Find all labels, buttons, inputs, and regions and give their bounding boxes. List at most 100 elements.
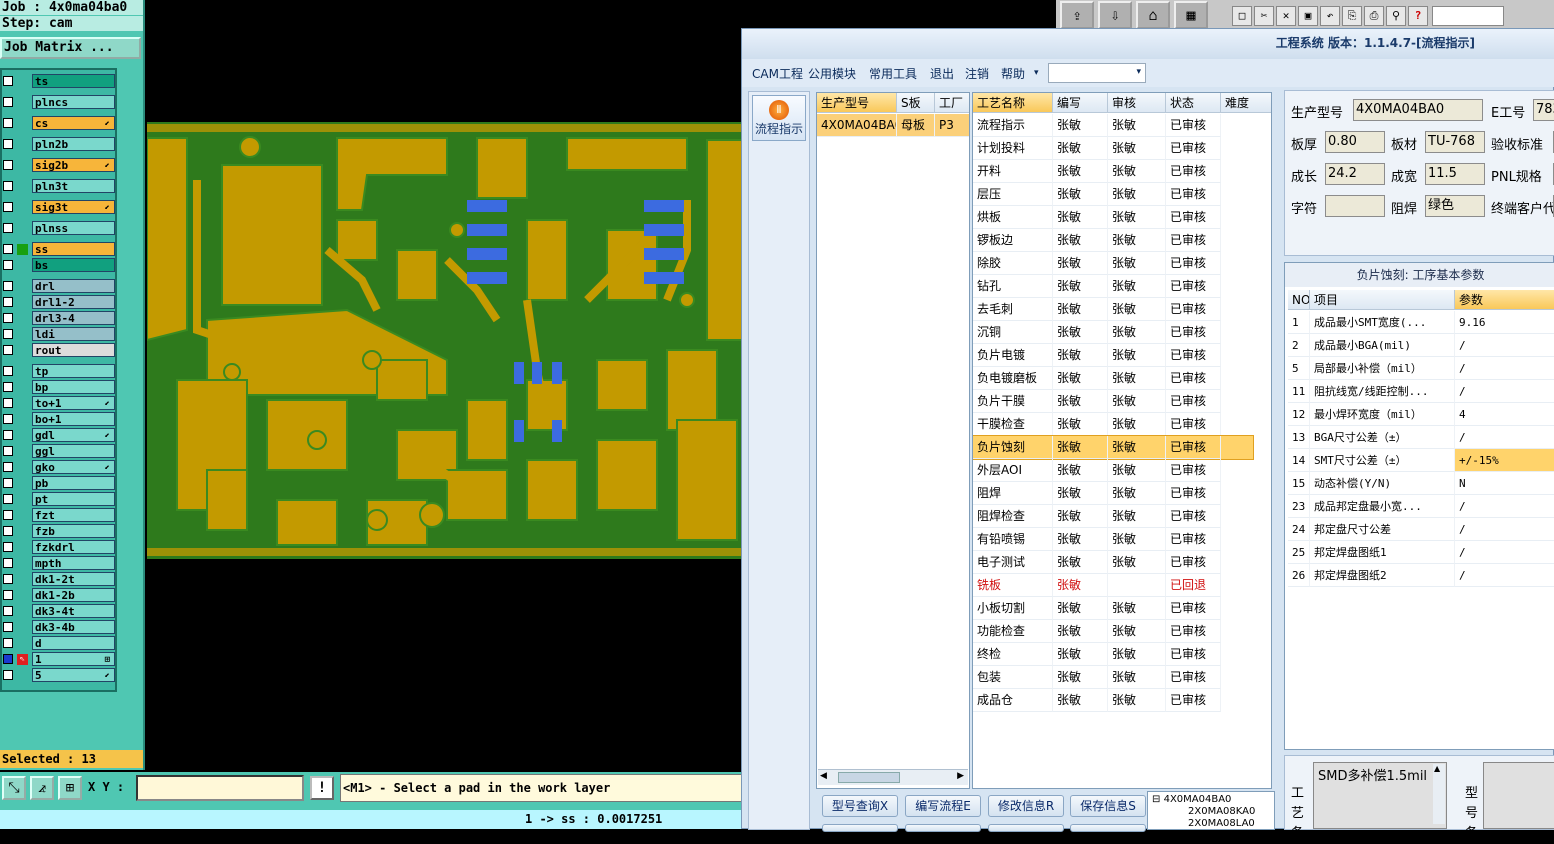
layer-row[interactable]: ss — [2, 242, 117, 256]
pcb-view[interactable] — [146, 0, 744, 770]
info-field[interactable]: 4X0MA04BA0 — [1353, 99, 1483, 121]
process-row[interactable]: 外层AOI 张敏 张敏 已审核 — [973, 459, 1253, 482]
param-cell[interactable]: / — [1455, 564, 1554, 587]
layer-name[interactable]: fzt — [32, 508, 115, 522]
layer-row[interactable]: dk1-2t — [2, 572, 117, 586]
process-row[interactable]: 钻孔 张敏 张敏 已审核 — [973, 275, 1253, 298]
collapse-icon[interactable]: ⊟ — [1152, 794, 1160, 805]
layer-row[interactable]: fzb — [2, 524, 117, 538]
layer-name[interactable]: mpth — [32, 556, 115, 570]
process-col-header[interactable]: 状态 — [1166, 93, 1221, 113]
layer-checkbox[interactable] — [3, 281, 13, 291]
layer-row[interactable]: to+1 ⬋ — [2, 396, 117, 410]
layer-row[interactable]: sig2b ⬋ — [2, 158, 117, 172]
info-field[interactable]: 绿色 — [1425, 195, 1485, 217]
layer-checkbox[interactable] — [3, 118, 13, 128]
layer-checkbox[interactable] — [3, 329, 13, 339]
help-icon[interactable]: ? — [1408, 6, 1428, 26]
param-cell[interactable]: / — [1455, 495, 1554, 518]
layer-checkbox[interactable] — [3, 542, 13, 552]
param-cell[interactable]: / — [1455, 357, 1554, 380]
layer-name[interactable]: ss — [32, 242, 115, 256]
layer-name[interactable]: drl1-2 — [32, 295, 115, 309]
copy-icon[interactable]: ⎘ — [1342, 6, 1362, 26]
layer-row[interactable]: tp — [2, 364, 117, 378]
process-row[interactable]: 阻焊检查 张敏 张敏 已审核 — [973, 505, 1253, 528]
layer-name[interactable]: bo+1 — [32, 412, 115, 426]
model-cell[interactable]: 母板 — [897, 114, 935, 137]
layer-name[interactable]: rout — [32, 343, 115, 357]
process-row[interactable]: 铣板 张敏 已回退 — [973, 574, 1253, 597]
toolbar-combo[interactable] — [1432, 6, 1504, 26]
layer-checkbox[interactable] — [3, 181, 13, 191]
layer-row[interactable]: 5 ⬋ — [2, 668, 117, 682]
layer-row[interactable]: drl1-2 — [2, 295, 117, 309]
process-row[interactable]: 终检 张敏 张敏 已审核 — [973, 643, 1253, 666]
layer-checkbox[interactable] — [3, 590, 13, 600]
layer-row[interactable]: ggl — [2, 444, 117, 458]
process-row[interactable]: 负片蚀刻 张敏 张敏 已审核 — [973, 435, 1254, 460]
layer-row[interactable]: pln2b — [2, 137, 117, 151]
layer-name[interactable]: bp — [32, 380, 115, 394]
layer-row[interactable]: gko ⬋ — [2, 460, 117, 474]
process-row[interactable]: 小板切割 张敏 张敏 已审核 — [973, 597, 1253, 620]
menu-exit[interactable]: 退出 — [930, 65, 954, 82]
layer-name[interactable]: pln3t — [32, 179, 115, 193]
process-grid[interactable]: 工艺名称 编写 审核 状态 难度 流程指示 张敏 张敏 已审核 计划投料 张敏 张敏 已审核 开料 张敏 张敏… — [972, 92, 1272, 789]
scroll-right-icon[interactable]: ▶ — [957, 771, 964, 781]
process-row[interactable]: 电子测试 张敏 张敏 已审核 — [973, 551, 1253, 574]
layer-name[interactable]: ldi — [32, 327, 115, 341]
action-button[interactable]: 型号查询X — [822, 795, 898, 817]
layer-name[interactable]: fzb — [32, 524, 115, 538]
layer-checkbox[interactable] — [3, 558, 13, 568]
layer-name[interactable]: drl3-4 — [32, 311, 115, 325]
measure-icon[interactable]: ⦨ — [30, 776, 54, 800]
layer-name[interactable]: tp — [32, 364, 115, 378]
param-cell[interactable]: / — [1455, 518, 1554, 541]
process-row[interactable]: 负片干膜 张敏 张敏 已审核 — [973, 390, 1253, 413]
param-cell[interactable]: +/-15% — [1455, 449, 1554, 472]
action-button-secondary[interactable] — [1070, 824, 1146, 832]
layer-name[interactable]: dk3-4b — [32, 620, 115, 634]
layer-row[interactable]: mpth — [2, 556, 117, 570]
param-col-header[interactable]: 参数 — [1455, 290, 1554, 310]
layer-checkbox[interactable] — [3, 97, 13, 107]
tree-root[interactable]: ⊟ 4X0MA04BA0 — [1152, 794, 1231, 805]
note-scrollbar[interactable]: ▲ — [1433, 764, 1445, 824]
menu-logout[interactable]: 注销 — [965, 65, 989, 82]
layer-name[interactable]: 5 ⬋ — [32, 668, 115, 682]
action-button[interactable]: 编写流程E — [905, 795, 981, 817]
layer-checkbox[interactable] — [3, 606, 13, 616]
layer-row[interactable]: pb — [2, 476, 117, 490]
tree-child[interactable]: 2X0MA08KA0 — [1188, 806, 1255, 817]
action-button[interactable]: 修改信息R — [988, 795, 1064, 817]
process-row[interactable]: 干膜检查 张敏 张敏 已审核 — [973, 413, 1253, 436]
param-col-header[interactable]: 项目 — [1310, 290, 1455, 310]
layer-row[interactable]: plncs — [2, 95, 117, 109]
layer-name[interactable]: to+1 ⬋ — [32, 396, 115, 410]
process-row[interactable]: 去毛刺 张敏 张敏 已审核 — [973, 298, 1253, 321]
layer-name[interactable]: bs — [32, 258, 115, 272]
menu-common-modules[interactable]: 公用模块 — [808, 65, 856, 82]
layer-checkbox[interactable] — [3, 223, 13, 233]
layer-row[interactable]: d — [2, 636, 117, 650]
layer-row[interactable]: fzt — [2, 508, 117, 522]
layer-row[interactable]: cs ⬋ — [2, 116, 117, 130]
layer-checkbox[interactable] — [3, 654, 13, 664]
layer-row[interactable]: drl3-4 — [2, 311, 117, 325]
process-col-header[interactable]: 审核 — [1108, 93, 1166, 113]
layer-name[interactable]: cs ⬋ — [32, 116, 115, 130]
layer-row[interactable]: bo+1 — [2, 412, 117, 426]
layer-name[interactable]: drl — [32, 279, 115, 293]
process-row[interactable]: 流程指示 张敏 张敏 已审核 — [973, 114, 1253, 137]
layer-checkbox[interactable] — [3, 670, 13, 680]
layer-row[interactable]: pln3t — [2, 179, 117, 193]
layer-name[interactable]: plncs — [32, 95, 115, 109]
layer-row[interactable]: ts — [2, 74, 117, 88]
layer-name[interactable]: dk1-2t — [32, 572, 115, 586]
layer-row[interactable]: plnss — [2, 221, 117, 235]
param-cell[interactable]: 4 — [1455, 403, 1554, 426]
param-cell[interactable]: 9.16 — [1455, 311, 1554, 334]
scroll-thumb[interactable] — [838, 772, 900, 783]
model-note-text[interactable] — [1483, 762, 1554, 829]
